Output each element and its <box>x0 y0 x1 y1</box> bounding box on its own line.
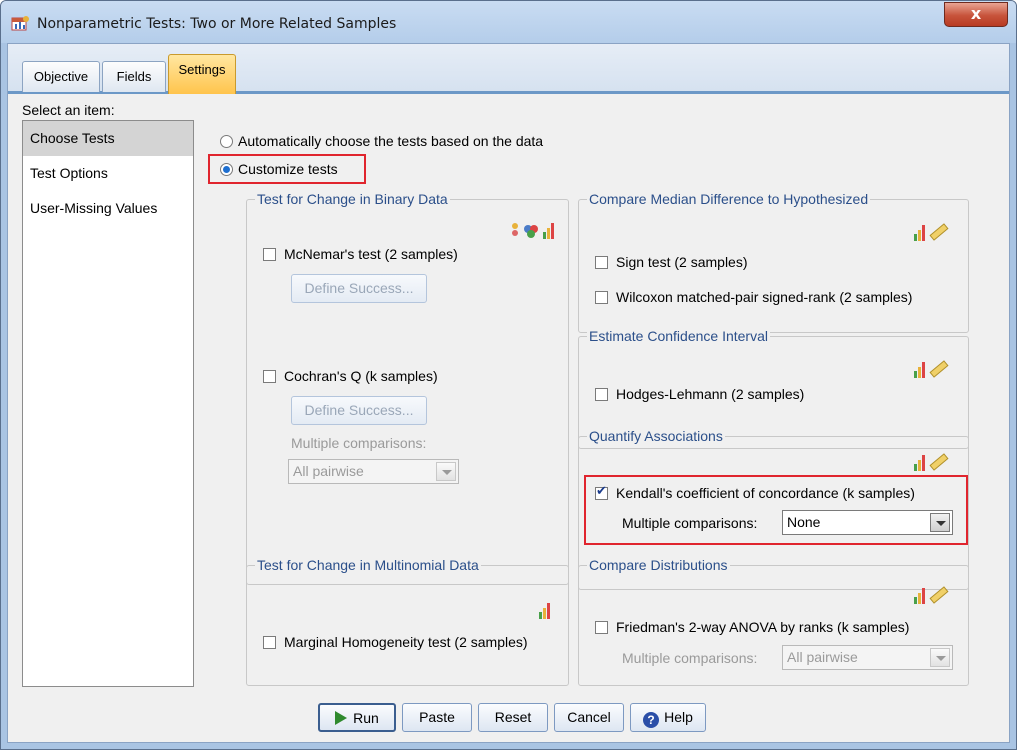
group-title-dist: Compare Distributions <box>587 557 730 573</box>
group-title-median: Compare Median Difference to Hypothesize… <box>587 191 871 207</box>
checkbox-icon <box>263 636 276 649</box>
chevron-down-icon <box>436 462 456 481</box>
help-label: Help <box>664 709 693 725</box>
marginal-homogeneity-checkbox[interactable]: Marginal Homogeneity test (2 samples) <box>263 634 528 650</box>
tab-strip: Objective Fields Settings <box>8 44 1009 94</box>
sidebar-item-test-options[interactable]: Test Options <box>23 156 193 191</box>
measurement-level-icons <box>511 220 559 240</box>
sidebar-item-choose-tests[interactable]: Choose Tests <box>23 121 193 156</box>
define-success-button-2[interactable]: Define Success... <box>291 396 427 425</box>
checkbox-icon <box>595 256 608 269</box>
group-multinomial-data: Test for Change in Multinomial Data <box>246 557 569 686</box>
play-icon <box>335 711 348 725</box>
window-title: Nonparametric Tests: Two or More Related… <box>37 16 397 32</box>
close-icon: x <box>970 4 982 23</box>
checkbox-icon <box>595 621 608 634</box>
kendall-checkbox[interactable]: Kendall's coefficient of concordance (k … <box>595 484 915 501</box>
assoc-multiple-comparisons-value: None <box>787 514 821 530</box>
tab-fields[interactable]: Fields <box>102 61 166 92</box>
run-button[interactable]: Run <box>318 703 396 732</box>
sign-test-checkbox[interactable]: Sign test (2 samples) <box>595 254 748 270</box>
checkbox-icon <box>595 388 608 401</box>
mcnemar-label: McNemar's test (2 samples) <box>284 246 458 262</box>
reset-button[interactable]: Reset <box>478 703 548 732</box>
assoc-multiple-comparisons-select[interactable]: None <box>782 510 953 535</box>
group-title-assoc: Quantify Associations <box>587 428 725 444</box>
marginal-homogeneity-label: Marginal Homogeneity test (2 samples) <box>284 634 528 650</box>
tab-settings[interactable]: Settings <box>168 54 236 94</box>
hodges-lehmann-checkbox[interactable]: Hodges-Lehmann (2 samples) <box>595 386 804 402</box>
sidebar-item-user-missing-values[interactable]: User-Missing Values <box>23 191 193 226</box>
scale-ruler-icon <box>914 586 949 604</box>
sign-test-label: Sign test (2 samples) <box>616 254 748 270</box>
customize-tests-radio[interactable]: Customize tests <box>220 161 338 177</box>
app-icon <box>11 16 29 31</box>
dialog-window: Nonparametric Tests: Two or More Related… <box>0 0 1017 750</box>
cancel-button[interactable]: Cancel <box>554 703 624 732</box>
dist-multiple-comparisons-label: Multiple comparisons: <box>622 650 758 666</box>
title-bar: Nonparametric Tests: Two or More Related… <box>1 1 1016 43</box>
help-button[interactable]: ? Help <box>630 703 706 732</box>
cochran-checkbox[interactable]: Cochran's Q (k samples) <box>263 368 438 384</box>
customize-tests-label: Customize tests <box>238 161 338 177</box>
kendall-label: Kendall's coefficient of concordance (k … <box>616 485 915 501</box>
radio-selected-icon <box>220 163 233 176</box>
friedman-label: Friedman's 2-way ANOVA by ranks (k sampl… <box>616 619 910 635</box>
binary-multiple-comparisons-label: Multiple comparisons: <box>291 435 427 451</box>
define-success-button-1[interactable]: Define Success... <box>291 274 427 303</box>
tab-objective[interactable]: Objective <box>22 61 100 92</box>
chevron-down-icon <box>930 648 950 667</box>
scale-ruler-icon <box>914 223 949 241</box>
checkbox-icon <box>263 248 276 261</box>
help-icon: ? <box>643 712 660 728</box>
wilcoxon-checkbox[interactable]: Wilcoxon matched-pair signed-rank (2 sam… <box>595 289 912 305</box>
dist-multiple-comparisons-select[interactable]: All pairwise <box>782 645 953 670</box>
chevron-down-icon <box>930 513 950 532</box>
checkbox-icon <box>595 291 608 304</box>
checkbox-checked-icon <box>595 484 608 500</box>
binary-multiple-comparisons-select[interactable]: All pairwise <box>288 459 459 484</box>
scale-ruler-icon <box>914 360 949 378</box>
checkbox-icon <box>263 370 276 383</box>
dist-multiple-comparisons-value: All pairwise <box>787 649 858 665</box>
wilcoxon-label: Wilcoxon matched-pair signed-rank (2 sam… <box>616 289 913 305</box>
scale-ruler-icon <box>914 453 949 471</box>
group-title-multinomial: Test for Change in Multinomial Data <box>255 557 481 573</box>
assoc-multiple-comparisons-label: Multiple comparisons: <box>622 515 758 531</box>
mcnemar-checkbox[interactable]: McNemar's test (2 samples) <box>263 246 458 262</box>
dialog-body: Objective Fields Settings Select an item… <box>7 43 1010 743</box>
hodges-lehmann-label: Hodges-Lehmann (2 samples) <box>616 386 805 402</box>
group-title-binary: Test for Change in Binary Data <box>255 191 450 207</box>
auto-choose-label: Automatically choose the tests based on … <box>238 133 544 149</box>
paste-button[interactable]: Paste <box>402 703 472 732</box>
cochran-label: Cochran's Q (k samples) <box>284 368 438 384</box>
select-item-label: Select an item: <box>22 102 115 118</box>
friedman-checkbox[interactable]: Friedman's 2-way ANOVA by ranks (k sampl… <box>595 619 909 635</box>
ordinal-scale-icon <box>539 603 550 619</box>
radio-icon <box>220 135 233 148</box>
nominal-ordinal-scale-icon <box>512 223 554 239</box>
run-label: Run <box>353 710 379 726</box>
auto-choose-radio[interactable]: Automatically choose the tests based on … <box>220 133 543 149</box>
binary-multiple-comparisons-value: All pairwise <box>293 463 364 479</box>
group-title-ci: Estimate Confidence Interval <box>587 328 770 344</box>
close-button[interactable]: x <box>944 2 1008 27</box>
item-list: Choose Tests Test Options User-Missing V… <box>22 120 194 687</box>
